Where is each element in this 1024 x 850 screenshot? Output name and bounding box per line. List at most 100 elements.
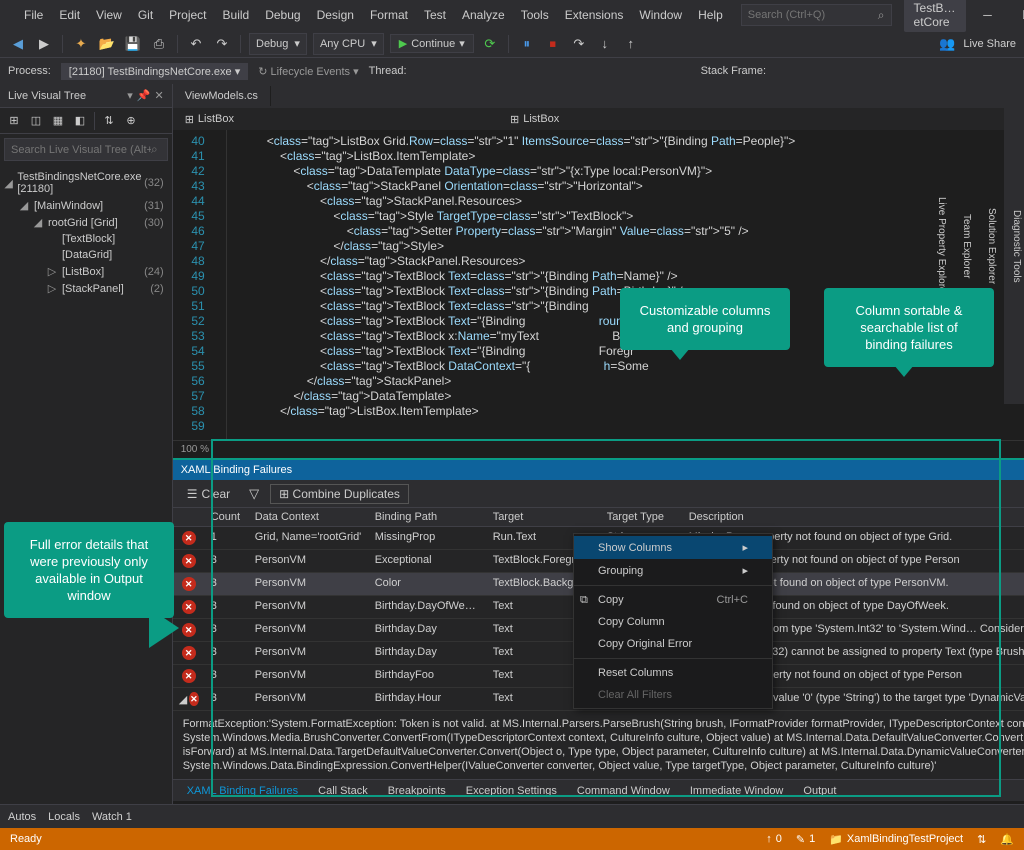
tree-item[interactable]: ◢[MainWindow](31) (0, 197, 172, 214)
side-tab[interactable]: Diagnostic Tools (1009, 206, 1024, 287)
context-menu-item[interactable]: Grouping▸ (574, 559, 772, 582)
maximize-button[interactable]: ☐ (1008, 2, 1024, 28)
autos-tab[interactable]: Autos (8, 811, 36, 823)
redo-icon[interactable]: ↷ (212, 34, 232, 54)
menu-tools[interactable]: Tools (513, 4, 557, 26)
menu-extensions[interactable]: Extensions (557, 4, 632, 26)
clear-button[interactable]: ☰ Clear (179, 485, 238, 503)
menu-git[interactable]: Git (130, 4, 161, 26)
context-menu-item[interactable]: Copy Original Error (574, 633, 772, 655)
source-control-icon[interactable]: ⇅ (977, 833, 986, 846)
menu-window[interactable]: Window (631, 4, 690, 26)
tool-icon[interactable]: ⊕ (121, 111, 141, 131)
lifecycle-label[interactable]: ↻ Lifecycle Events ▾ (258, 65, 358, 78)
side-tab[interactable]: Solution Explorer (984, 204, 999, 288)
bottom-tab[interactable]: Exception Settings (456, 782, 567, 800)
context-menu-item[interactable]: ⧉CopyCtrl+C (574, 589, 772, 611)
menu-help[interactable]: Help (690, 4, 731, 26)
process-combo[interactable]: [21180] TestBindingsNetCore.exe ▾ (61, 63, 248, 80)
tree-item[interactable]: ▷[ListBox](24) (0, 263, 172, 280)
column-header[interactable]: Description (683, 508, 1024, 526)
autos-tab[interactable]: Watch 1 (92, 811, 132, 823)
error-count[interactable]: ↑ 0 (766, 833, 782, 845)
column-header[interactable]: Binding Path (369, 508, 487, 526)
context-menu-item[interactable]: Show Columns▸ (574, 536, 772, 559)
tree-item[interactable]: ▷[StackPanel](2) (0, 280, 172, 297)
warning-count[interactable]: ✎ 1 (796, 833, 815, 846)
visual-tree[interactable]: ◢TestBindingsNetCore.exe [21180](32)◢[Ma… (0, 165, 172, 301)
close-icon[interactable]: ✕ (154, 89, 163, 102)
config-combo[interactable]: Debug▾ (249, 33, 307, 55)
platform-combo[interactable]: Any CPU▾ (313, 33, 384, 55)
bottom-tab[interactable]: XAML Binding Failures (177, 782, 308, 800)
menu-edit[interactable]: Edit (51, 4, 88, 26)
menu-design[interactable]: Design (309, 4, 362, 26)
column-header[interactable]: Target Type (601, 508, 683, 526)
main-toolbar: ◀ ▶ ✦ 📂 💾 ⎙ ↶ ↷ Debug▾ Any CPU▾ ▶Continu… (0, 30, 1024, 58)
autos-tab[interactable]: Locals (48, 811, 80, 823)
tree-item[interactable]: [DataGrid] (0, 247, 172, 263)
save-icon[interactable]: 💾 (123, 34, 143, 54)
context-menu-item[interactable]: Copy Column (574, 611, 772, 633)
tool-icon[interactable]: ◫ (26, 111, 46, 131)
search-input[interactable] (748, 9, 878, 21)
bottom-tab[interactable]: Call Stack (308, 782, 378, 800)
bottom-tab[interactable]: Immediate Window (680, 782, 794, 800)
zoom-level[interactable]: 100 % (181, 444, 209, 455)
menu-test[interactable]: Test (416, 4, 454, 26)
project-name[interactable]: 📁 XamlBindingTestProject (829, 833, 963, 846)
stop-icon[interactable]: ⏹ (543, 34, 563, 54)
menu-view[interactable]: View (88, 4, 130, 26)
menu-format[interactable]: Format (362, 4, 416, 26)
tree-item[interactable]: ◢TestBindingsNetCore.exe [21180](32) (0, 169, 172, 197)
file-tab[interactable]: ViewModels.cs (173, 86, 271, 106)
bottom-tab[interactable]: Breakpoints (378, 782, 456, 800)
step-into-icon[interactable]: ↓ (595, 34, 615, 54)
step-out-icon[interactable]: ↑ (621, 34, 641, 54)
bottom-tab[interactable]: Command Window (567, 782, 680, 800)
break-icon[interactable]: ⏸ (517, 34, 537, 54)
step-over-icon[interactable]: ↷ (569, 34, 589, 54)
forward-icon[interactable]: ▶ (34, 34, 54, 54)
open-icon[interactable]: 📂 (97, 34, 117, 54)
pin-icon[interactable]: 📌 (137, 89, 151, 102)
tree-item[interactable]: ◢rootGrid [Grid](30) (0, 214, 172, 231)
context-menu[interactable]: Show Columns▸Grouping▸ ⧉CopyCtrl+CCopy Co… (573, 533, 773, 709)
combine-duplicates-button[interactable]: ⊞ Combine Duplicates (270, 484, 409, 504)
tool-icon[interactable]: ⊞ (4, 111, 24, 131)
liveshare-label[interactable]: Live Share (963, 38, 1016, 50)
sub-tab[interactable]: ⊞ ListBox (177, 111, 242, 128)
liveshare-icon[interactable]: 👥 (937, 34, 957, 54)
lvt-search[interactable]: ⌕ (4, 138, 168, 161)
menu-file[interactable]: File (16, 4, 51, 26)
menu-build[interactable]: Build (215, 4, 258, 26)
tool-icon[interactable]: ⇅ (99, 111, 119, 131)
tool-icon[interactable]: ◧ (70, 111, 90, 131)
column-header[interactable]: Data Context (249, 508, 369, 526)
dropdown-icon[interactable]: ▾ (127, 89, 133, 102)
new-icon[interactable]: ✦ (71, 34, 91, 54)
continue-button[interactable]: ▶Continue▾ (390, 34, 474, 53)
filter-icon[interactable]: ▽ (244, 484, 264, 504)
undo-icon[interactable]: ↶ (186, 34, 206, 54)
sub-tab[interactable]: ⊞ ListBox (502, 111, 567, 128)
column-header[interactable]: Target (487, 508, 601, 526)
bottom-tabs: XAML Binding FailuresCall StackBreakpoin… (173, 779, 1024, 801)
context-menu-item[interactable]: Reset Columns (574, 662, 772, 684)
menu-debug[interactable]: Debug (257, 4, 308, 26)
menu-analyze[interactable]: Analyze (454, 4, 513, 26)
notifications-icon[interactable]: 🔔 (1000, 833, 1014, 846)
back-icon[interactable]: ◀ (8, 34, 28, 54)
side-tab[interactable]: Team Explorer (959, 210, 974, 282)
global-search[interactable]: ⌕ (741, 4, 892, 26)
side-tab[interactable]: Live Property Explorer (934, 193, 949, 300)
save-all-icon[interactable]: ⎙ (149, 34, 169, 54)
column-header[interactable]: Count (205, 508, 249, 526)
callout: Full error details that were previously … (4, 522, 174, 618)
bottom-tab[interactable]: Output (793, 782, 846, 800)
minimize-button[interactable]: ─ (968, 2, 1008, 28)
menu-project[interactable]: Project (161, 4, 214, 26)
tree-item[interactable]: [TextBlock] (0, 231, 172, 247)
tool-icon[interactable]: ▦ (48, 111, 68, 131)
restart-icon[interactable]: ⟳ (480, 34, 500, 54)
